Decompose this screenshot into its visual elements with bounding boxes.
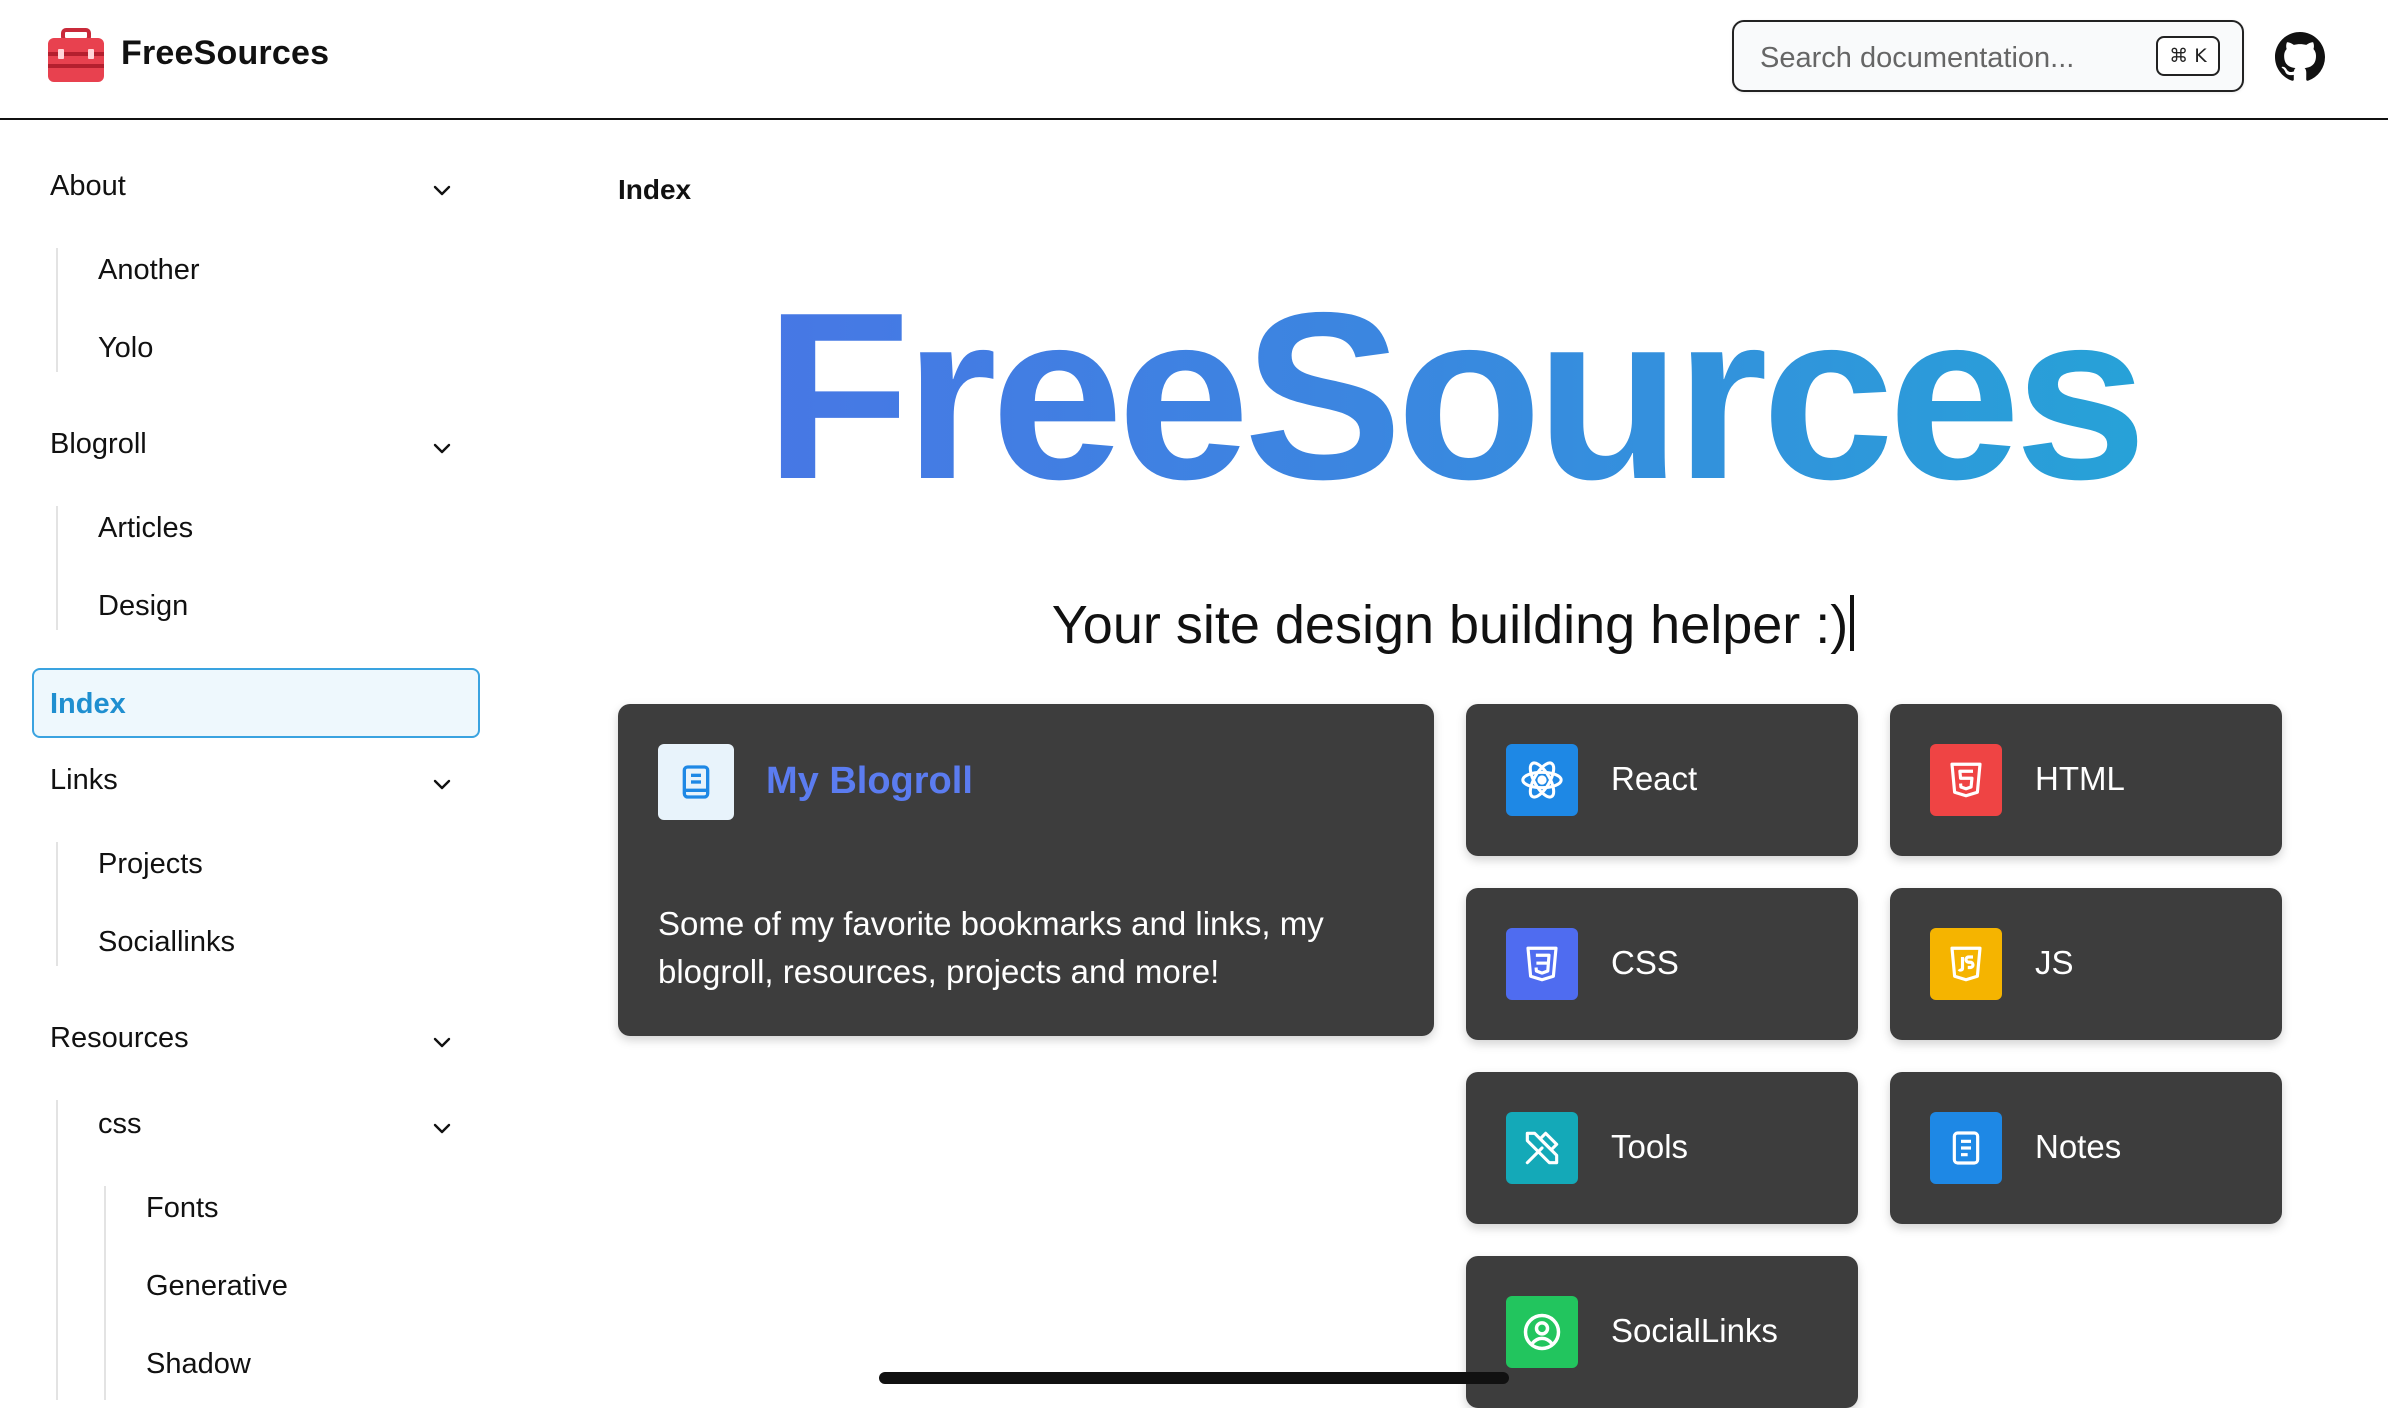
site-title[interactable]: FreeSources <box>121 34 329 73</box>
sidebar-item-shadow[interactable]: Shadow <box>146 1348 251 1381</box>
sidebar-item-index[interactable]: Index <box>32 668 480 738</box>
html-card[interactable]: HTML <box>1890 704 2282 856</box>
chevron-down-icon[interactable] <box>430 178 454 202</box>
top-header: FreeSources Search documentation... ⌘ K <box>0 0 2388 120</box>
search-input[interactable]: Search documentation... ⌘ K <box>1732 20 2244 92</box>
sociallinks-card[interactable]: SocialLinks <box>1466 1256 1858 1408</box>
blogroll-card[interactable]: My Blogroll Some of my favorite bookmark… <box>618 704 1434 1036</box>
chevron-down-icon[interactable] <box>430 772 454 796</box>
blogroll-card-description: Some of my favorite bookmarks and links,… <box>658 905 1324 990</box>
sidebar-item-yolo[interactable]: Yolo <box>98 332 153 365</box>
react-card-label: React <box>1611 760 1698 797</box>
sidebar-item-index-label: Index <box>50 688 126 720</box>
breadcrumb: Index <box>618 174 692 205</box>
chevron-down-icon[interactable] <box>430 436 454 460</box>
sidebar-item-generative[interactable]: Generative <box>146 1270 288 1303</box>
sidebar-group-about[interactable]: About <box>50 170 126 203</box>
js-card[interactable]: JS <box>1890 888 2282 1040</box>
sidebar-item-articles[interactable]: Articles <box>98 512 193 545</box>
css3-icon <box>1506 928 1578 1000</box>
tagline-text: Your site design building helper :) <box>1051 595 1849 655</box>
tools-card[interactable]: Tools <box>1466 1072 1858 1224</box>
search-placeholder: Search documentation... <box>1760 42 2075 74</box>
chevron-down-icon[interactable] <box>430 1030 454 1054</box>
sociallinks-card-label: SocialLinks <box>1611 1312 1778 1349</box>
html-card-label: HTML <box>2035 760 2125 797</box>
sidebar-group-blogroll[interactable]: Blogroll <box>50 428 147 461</box>
sidebar-group-css[interactable]: css <box>98 1108 142 1141</box>
html5-icon <box>1930 744 2002 816</box>
nav-divider <box>56 842 58 966</box>
sidebar-item-another[interactable]: Another <box>98 254 200 287</box>
toolbox-icon[interactable] <box>46 28 106 84</box>
sidebar-item-sociallinks[interactable]: Sociallinks <box>98 926 235 959</box>
react-card[interactable]: React <box>1466 704 1858 856</box>
user-circle-icon <box>1506 1296 1578 1368</box>
nav-divider <box>104 1186 106 1400</box>
home-indicator <box>879 1372 1509 1384</box>
notes-icon <box>1930 1112 2002 1184</box>
tools-icon <box>1506 1112 1578 1184</box>
sidebar-group-links[interactable]: Links <box>50 764 118 797</box>
github-icon[interactable] <box>2275 32 2325 82</box>
css-card-label: CSS <box>1611 944 1679 981</box>
sidebar-item-fonts[interactable]: Fonts <box>146 1192 219 1225</box>
chevron-down-icon[interactable] <box>430 1116 454 1140</box>
nav-divider <box>56 506 58 630</box>
tagline: Your site design building helper :) <box>618 594 2288 656</box>
sidebar-item-projects[interactable]: Projects <box>98 848 203 881</box>
book-icon <box>658 744 734 820</box>
nav-divider <box>56 248 58 372</box>
nav-divider <box>56 1100 58 1400</box>
react-icon <box>1506 744 1578 816</box>
js-card-label: JS <box>2035 944 2074 981</box>
js-icon <box>1930 928 2002 1000</box>
search-shortcut-badge: ⌘ K <box>2156 36 2220 76</box>
blogroll-card-title: My Blogroll <box>766 760 973 802</box>
css-card[interactable]: CSS <box>1466 888 1858 1040</box>
sidebar-item-design[interactable]: Design <box>98 590 188 623</box>
sidebar-group-resources[interactable]: Resources <box>50 1022 189 1055</box>
tools-card-label: Tools <box>1611 1128 1689 1165</box>
text-cursor <box>1850 595 1855 651</box>
notes-card[interactable]: Notes <box>1890 1072 2282 1224</box>
hero-title: FreeSources <box>618 278 2288 516</box>
notes-card-label: Notes <box>2035 1128 2122 1165</box>
sidebar: About Another Yolo Blogroll Articles Des… <box>0 122 500 1400</box>
